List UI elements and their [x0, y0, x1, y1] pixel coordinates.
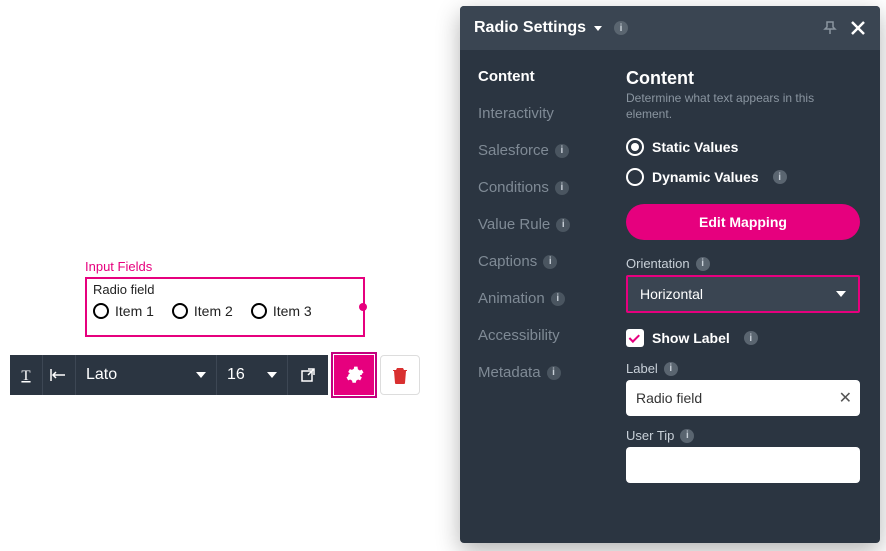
chevron-down-icon [836, 291, 846, 297]
group-label: Input Fields [85, 259, 152, 274]
format-toolbar: T Lato 16 [10, 355, 420, 395]
settings-button[interactable] [334, 355, 374, 395]
label-input[interactable] [626, 380, 860, 416]
dynamic-values-option[interactable]: Dynamic Values i [626, 168, 860, 186]
nav-label: Conditions [478, 179, 549, 196]
font-select[interactable]: Lato [76, 355, 216, 395]
nav-label: Interactivity [478, 105, 554, 122]
info-icon[interactable]: i [664, 362, 678, 376]
static-values-option[interactable]: Static Values [626, 138, 860, 156]
svg-text:T: T [21, 368, 30, 383]
radio-unselected-icon [626, 168, 644, 186]
info-icon[interactable]: i [614, 21, 628, 35]
info-icon[interactable]: i [696, 257, 710, 271]
nav-label: Captions [478, 253, 537, 270]
font-size-select[interactable]: 16 [217, 355, 287, 395]
clear-input-button[interactable]: ✕ [839, 388, 852, 408]
open-external-button[interactable] [288, 355, 328, 395]
chevron-down-icon [196, 372, 206, 378]
panel-nav: Content Interactivity Salesforce i Condit… [460, 50, 620, 543]
checkbox-checked-icon [626, 329, 644, 347]
option-label: Static Values [652, 139, 738, 155]
radio-item-label: Item 1 [115, 303, 154, 319]
nav-salesforce[interactable]: Salesforce i [478, 142, 620, 159]
nav-label: Content [478, 68, 535, 85]
nav-label: Value Rule [478, 216, 550, 233]
nav-accessibility[interactable]: Accessibility [478, 327, 620, 344]
info-icon[interactable]: i [551, 292, 565, 306]
content-heading: Content [626, 68, 860, 89]
radio-item[interactable]: Item 3 [251, 303, 312, 319]
nav-captions[interactable]: Captions i [478, 253, 620, 270]
info-icon[interactable]: i [680, 429, 694, 443]
info-icon[interactable]: i [773, 170, 787, 184]
radio-circle-icon [93, 303, 109, 319]
radio-circle-icon [251, 303, 267, 319]
info-icon[interactable]: i [556, 218, 570, 232]
info-icon[interactable]: i [547, 366, 561, 380]
panel-title-text: Radio Settings [474, 19, 586, 37]
nav-animation[interactable]: Animation i [478, 290, 620, 307]
panel-content: Content Determine what text appears in t… [620, 50, 880, 543]
panel-header: Radio Settings i [460, 6, 880, 50]
user-tip-label: User Tipi [626, 428, 860, 443]
resize-handle[interactable] [359, 303, 367, 311]
user-tip-input[interactable] [626, 447, 860, 483]
nav-value-rule[interactable]: Value Rule i [478, 216, 620, 233]
align-left-button[interactable] [43, 355, 75, 395]
font-value: Lato [86, 366, 117, 384]
gear-icon [344, 365, 364, 385]
nav-label: Animation [478, 290, 545, 307]
radio-selected-icon [626, 138, 644, 156]
radio-item-label: Item 3 [273, 303, 312, 319]
text-icon: T [18, 367, 34, 383]
delete-button[interactable] [380, 355, 420, 395]
radio-item[interactable]: Item 2 [172, 303, 233, 319]
info-icon[interactable]: i [555, 181, 569, 195]
external-link-icon [300, 367, 316, 383]
option-label: Dynamic Values [652, 169, 759, 185]
radio-item[interactable]: Item 1 [93, 303, 154, 319]
edit-mapping-button[interactable]: Edit Mapping [626, 204, 860, 240]
panel-title-dropdown[interactable]: Radio Settings i [474, 19, 628, 37]
radio-item-label: Item 2 [194, 303, 233, 319]
chevron-down-icon [267, 372, 277, 378]
settings-panel: Radio Settings i Content Interactivity S… [460, 6, 880, 543]
size-value: 16 [227, 366, 245, 384]
radio-items-row: Item 1 Item 2 Item 3 [87, 297, 363, 325]
chevron-down-icon [594, 26, 602, 31]
orientation-value: Horizontal [640, 286, 703, 302]
info-icon[interactable]: i [744, 331, 758, 345]
trash-icon [392, 366, 408, 384]
info-icon[interactable]: i [543, 255, 557, 269]
nav-label: Metadata [478, 364, 541, 381]
info-icon[interactable]: i [555, 144, 569, 158]
radio-field-element[interactable]: Radio field Item 1 Item 2 Item 3 [85, 277, 365, 337]
show-label-checkbox[interactable]: Show Label i [626, 329, 860, 347]
radio-circle-icon [172, 303, 188, 319]
nav-metadata[interactable]: Metadata i [478, 364, 620, 381]
nav-interactivity[interactable]: Interactivity [478, 105, 620, 122]
field-title: Radio field [87, 279, 363, 297]
label-field-label: Labeli [626, 361, 860, 376]
pin-icon[interactable] [822, 20, 838, 36]
orientation-label: Orientationi [626, 256, 860, 271]
nav-label: Salesforce [478, 142, 549, 159]
orientation-select[interactable]: Horizontal [626, 275, 860, 313]
align-left-icon [50, 368, 68, 382]
close-button[interactable] [850, 20, 866, 36]
checkbox-label: Show Label [652, 330, 730, 346]
nav-content[interactable]: Content [478, 68, 620, 85]
text-tool-button[interactable]: T [10, 355, 42, 395]
content-subtitle: Determine what text appears in this elem… [626, 91, 860, 122]
nav-conditions[interactable]: Conditions i [478, 179, 620, 196]
nav-label: Accessibility [478, 327, 560, 344]
